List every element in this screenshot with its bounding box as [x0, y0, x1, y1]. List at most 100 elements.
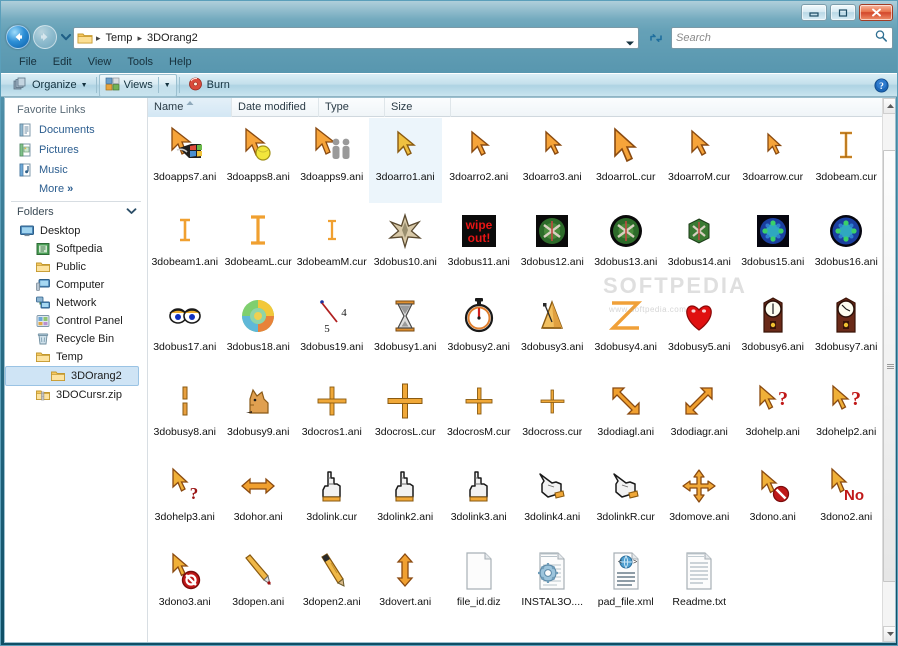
- file-item-3dobusy9[interactable]: 3dobusy9.ani: [222, 373, 296, 458]
- file-item-3domove[interactable]: 3domove.ani: [663, 458, 737, 543]
- folders-header[interactable]: Folders: [5, 202, 147, 222]
- file-item-3dobusy3[interactable]: 3dobusy3.ani: [516, 288, 590, 373]
- sidebar-item-documents[interactable]: Documents: [5, 120, 147, 140]
- sidebar-item-pictures[interactable]: Pictures: [5, 140, 147, 160]
- file-item-3dobeamm[interactable]: 3dobeamM.cur: [295, 203, 369, 288]
- menu-view[interactable]: View: [80, 55, 120, 69]
- file-item-3dono2[interactable]: No 3dono2.ani: [810, 458, 884, 543]
- file-item-3dopen2[interactable]: 3dopen2.ani: [295, 543, 369, 628]
- vertical-scrollbar[interactable]: [882, 98, 895, 642]
- scroll-up-button[interactable]: [883, 98, 895, 114]
- file-item-3dolinkr[interactable]: 3dolinkR.cur: [589, 458, 663, 543]
- scroll-track-upper[interactable]: [883, 114, 895, 150]
- breadcrumb-item-temp[interactable]: Temp: [103, 31, 136, 45]
- file-item-pad-file-xml[interactable]: < > pad_file.xml: [589, 543, 663, 628]
- menu-tools[interactable]: Tools: [119, 55, 161, 69]
- file-item-file-id-diz[interactable]: file_id.diz: [442, 543, 516, 628]
- back-button[interactable]: [6, 25, 30, 49]
- tree-item-3dorang2[interactable]: 3DOrang2: [5, 366, 139, 386]
- column-header-name[interactable]: Name: [148, 98, 232, 117]
- tree-item-desktop[interactable]: Desktop: [5, 222, 147, 240]
- file-item-3dohelp[interactable]: ? 3dohelp.ani: [736, 373, 810, 458]
- chevron-up-icon[interactable]: [126, 206, 137, 218]
- file-item-3doapps8[interactable]: 3doapps8.ani: [222, 118, 296, 203]
- tree-item-network[interactable]: Network: [5, 294, 147, 312]
- file-item-3dobusy7[interactable]: 3dobusy7.ani: [810, 288, 884, 373]
- scroll-thumb[interactable]: [883, 150, 895, 582]
- file-item-3dobusy1[interactable]: 3dobusy1.ani: [369, 288, 443, 373]
- file-item-3dohor[interactable]: 3dohor.ani: [222, 458, 296, 543]
- file-item-3dodiagl[interactable]: 3dodiagl.ani: [589, 373, 663, 458]
- tree-item-control-panel[interactable]: Control Panel: [5, 312, 147, 330]
- tree-item-softpedia[interactable]: Softpedia: [5, 240, 147, 258]
- file-item-3dovert[interactable]: 3dovert.ani: [369, 543, 443, 628]
- sidebar-more-button[interactable]: More »: [5, 180, 147, 195]
- file-item-3doapps7[interactable]: 3doapps7.ani: [148, 118, 222, 203]
- file-item-3dohelp3[interactable]: ? 3dohelp3.ani: [148, 458, 222, 543]
- file-item-3dopen[interactable]: 3dopen.ani: [222, 543, 296, 628]
- address-bar[interactable]: ▸ Temp ▸ 3DOrang2: [73, 27, 639, 49]
- sidebar-item-music[interactable]: Music: [5, 160, 147, 180]
- file-item-3dodiagr[interactable]: 3dodiagr.ani: [663, 373, 737, 458]
- file-item-3dobus11[interactable]: wipe out! 3dobus11.ani: [442, 203, 516, 288]
- file-item-3dono[interactable]: 3dono.ani: [736, 458, 810, 543]
- search-icon[interactable]: [874, 29, 888, 48]
- file-item-3docrosm[interactable]: 3docrosM.cur: [442, 373, 516, 458]
- maximize-button[interactable]: [830, 4, 856, 21]
- file-item-3docrosl[interactable]: 3docrosL.cur: [369, 373, 443, 458]
- views-dropdown-button[interactable]: ▼: [159, 80, 176, 91]
- file-item-3dobus17[interactable]: 3dobus17.ani: [148, 288, 222, 373]
- file-item-3dobus14[interactable]: 3dobus14.ani: [663, 203, 737, 288]
- scroll-down-button[interactable]: [883, 626, 895, 642]
- file-item-3dobusy2[interactable]: 3dobusy2.ani: [442, 288, 516, 373]
- tree-item-recycle-bin[interactable]: Recycle Bin: [5, 330, 147, 348]
- file-item-3docros1[interactable]: 3docros1.ani: [295, 373, 369, 458]
- address-dropdown-button[interactable]: [625, 34, 635, 52]
- column-header-size[interactable]: Size: [385, 98, 451, 117]
- file-item-3doarrow[interactable]: 3doarrow.cur: [736, 118, 810, 203]
- file-item-3docross[interactable]: 3docross.cur: [516, 373, 590, 458]
- file-item-3dobusy4[interactable]: 3dobusy4.ani: [589, 288, 663, 373]
- file-item-3dobus12[interactable]: 3dobus12.ani: [516, 203, 590, 288]
- column-header-type[interactable]: Type: [319, 98, 385, 117]
- file-item-3dobeam1[interactable]: 3dobeam1.ani: [148, 203, 222, 288]
- file-item-3dobusy8[interactable]: 3dobusy8.ani: [148, 373, 222, 458]
- organize-button[interactable]: Organize ▼: [7, 74, 94, 97]
- menu-file[interactable]: File: [11, 55, 45, 69]
- file-item-3doarro2[interactable]: 3doarro2.ani: [442, 118, 516, 203]
- refresh-button[interactable]: [646, 28, 666, 48]
- file-item-3dolink4[interactable]: 3dolink4.ani: [516, 458, 590, 543]
- search-input[interactable]: Search: [676, 32, 874, 44]
- file-item-instal3o[interactable]: INSTAL3O....: [516, 543, 590, 628]
- file-item-3dobus10[interactable]: 3dobus10.ani: [369, 203, 443, 288]
- file-item-3dobus18[interactable]: 3dobus18.ani: [222, 288, 296, 373]
- file-item-3doarrom[interactable]: 3doarroM.cur: [663, 118, 737, 203]
- forward-button[interactable]: [33, 25, 57, 49]
- file-item-3doarro1[interactable]: 3doarro1.ani: [368, 118, 442, 203]
- file-item-readme-txt[interactable]: Readme.txt: [663, 543, 737, 628]
- file-item-3doarrol[interactable]: 3doarroL.cur: [589, 118, 663, 203]
- file-item-3dobeam[interactable]: 3dobeam.cur: [810, 118, 884, 203]
- minimize-button[interactable]: [801, 4, 827, 21]
- file-item-3doarro3[interactable]: 3doarro3.ani: [516, 118, 590, 203]
- tree-item-computer[interactable]: Computer: [5, 276, 147, 294]
- file-item-3dolink[interactable]: 3dolink.cur: [295, 458, 369, 543]
- menu-help[interactable]: Help: [161, 55, 200, 69]
- views-split-button[interactable]: Views ▼: [98, 73, 177, 97]
- file-item-3dolink3[interactable]: 3dolink3.ani: [442, 458, 516, 543]
- menu-edit[interactable]: Edit: [45, 55, 80, 69]
- file-item-3dohelp2[interactable]: ? 3dohelp2.ani: [810, 373, 884, 458]
- search-box[interactable]: Search: [671, 27, 893, 49]
- tree-item-public[interactable]: Public: [5, 258, 147, 276]
- tree-item-temp[interactable]: Temp: [5, 348, 147, 366]
- breadcrumb-item-3dorang2[interactable]: 3DOrang2: [144, 31, 201, 45]
- file-item-3dobus15[interactable]: 3dobus15.ani: [736, 203, 810, 288]
- file-item-3dono3[interactable]: 3dono3.ani: [148, 543, 222, 628]
- scroll-track-lower[interactable]: [883, 582, 895, 626]
- file-item-3dobus19[interactable]: 4 5 3dobus19.ani: [295, 288, 369, 373]
- burn-button[interactable]: Burn: [182, 74, 236, 97]
- file-item-3doapps9[interactable]: 3doapps9.ani: [295, 118, 369, 203]
- file-item-3dobeaml[interactable]: 3dobeamL.cur: [222, 203, 296, 288]
- file-item-3dolink2[interactable]: 3dolink2.ani: [369, 458, 443, 543]
- file-item-3dobus13[interactable]: 3dobus13.ani: [589, 203, 663, 288]
